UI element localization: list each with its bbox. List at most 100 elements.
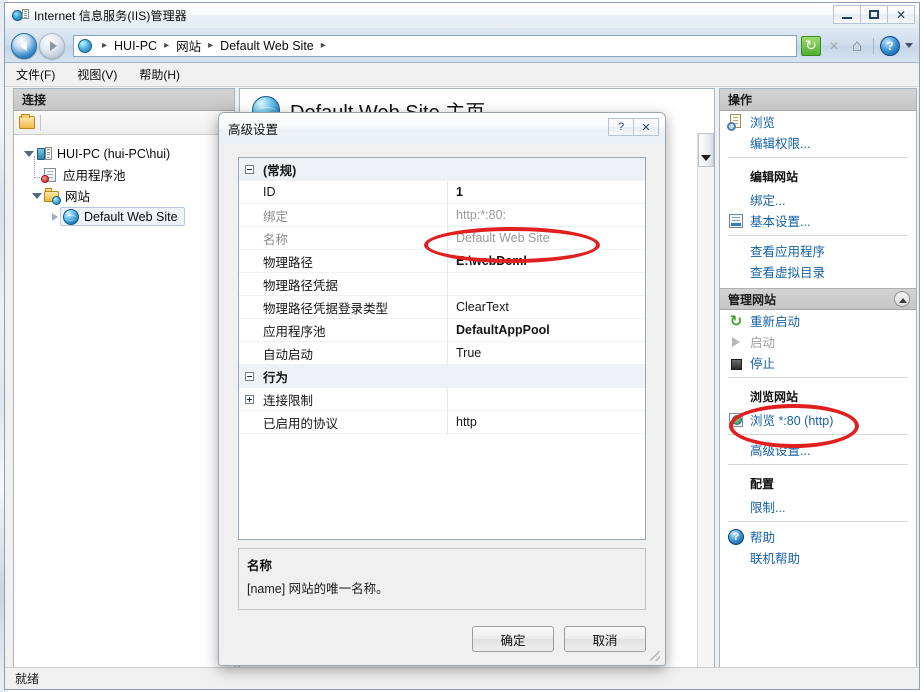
grid-row-physical-path-credentials[interactable]: 物理路径凭据 (239, 272, 645, 296)
menu-view[interactable]: 视图(V) (66, 63, 128, 86)
browse-site-icon (728, 412, 744, 428)
action-online-help[interactable]: 联机帮助 (720, 547, 916, 568)
close-button[interactable]: ✕ (887, 5, 915, 24)
grid-row-value[interactable]: DefaultAppPool (447, 318, 645, 342)
grid-row-bindings[interactable]: 绑定 http:*:80: (239, 203, 645, 227)
grid-row-application-pool[interactable]: 应用程序池 DefaultAppPool (239, 318, 645, 342)
action-advanced-settings[interactable]: 高级设置... (720, 439, 916, 460)
menu-file[interactable]: 文件(F) (5, 63, 66, 86)
breadcrumb-separator: ▸ (320, 40, 326, 51)
action-label: 限制... (750, 501, 786, 515)
grid-row-value (447, 365, 645, 388)
menu-help[interactable]: 帮助(H) (128, 63, 191, 86)
breadcrumb-item-sites[interactable]: 网站 (176, 36, 201, 55)
stop-icon (824, 36, 844, 56)
action-label: 绑定... (750, 194, 786, 208)
action-stop[interactable]: 停止 (720, 352, 916, 373)
breadcrumb-item-site[interactable]: Default Web Site (220, 39, 314, 53)
chevron-down-icon[interactable] (701, 155, 711, 161)
forward-arrow-icon[interactable] (39, 32, 65, 59)
grid-row-value[interactable]: ClearText (447, 295, 645, 319)
grid-row-auto-start[interactable]: 自动启动 True (239, 341, 645, 365)
action-browse-site-80[interactable]: 浏览 *:80 (http) (720, 409, 916, 430)
collapse-minus-icon[interactable] (239, 164, 259, 174)
content-scrollbar[interactable] (697, 133, 714, 667)
tree-selection-box[interactable]: Default Web Site (60, 207, 185, 226)
maximize-button[interactable] (860, 5, 888, 24)
action-limits[interactable]: 限制... (720, 496, 916, 517)
window-controls: ✕ (833, 5, 915, 24)
help-icon[interactable] (880, 35, 900, 56)
action-label: 高级设置... (750, 444, 811, 458)
action-restart[interactable]: 重新启动 (720, 310, 916, 331)
grid-category-row-behavior[interactable]: 行为 (239, 365, 645, 388)
dialog-help-button[interactable]: ? (608, 118, 634, 136)
grid-row-name: 连接限制 (263, 393, 314, 408)
actions-pane: 操作 浏览 编辑权限... 编辑网站 绑定... 基本设置... 查看应用程序 … (719, 88, 917, 668)
dialog-action-buttons: 确定 取消 (472, 626, 646, 652)
action-view-applications[interactable]: 查看应用程序 (720, 240, 916, 261)
action-bindings[interactable]: 绑定... (720, 189, 916, 210)
action-browse[interactable]: 浏览 (720, 111, 916, 132)
collapse-minus-icon[interactable] (239, 371, 259, 381)
grid-row-value[interactable]: E:\webDeml (447, 249, 645, 273)
tree-node-sites[interactable]: 网站 (20, 185, 234, 206)
website-globe-icon (63, 208, 79, 225)
grid-row-name: 物理路径凭据登录类型 (263, 301, 389, 316)
grid-row-name: 应用程序池 (263, 324, 326, 339)
grid-row-id[interactable]: ID 1 (239, 180, 645, 204)
refresh-icon[interactable] (801, 35, 821, 56)
action-view-virtual-directories[interactable]: 查看虚拟目录 (720, 261, 916, 282)
grid-row-value[interactable] (447, 387, 645, 411)
action-help[interactable]: 帮助 (720, 526, 916, 547)
dialog-resize-grip[interactable] (650, 651, 660, 661)
dialog-body: (常规) ID 1 绑定 http:*:80: 名称 Default Web S… (219, 143, 665, 665)
tree-node-server[interactable]: HUI-PC (hui-PC\hui) (20, 143, 234, 164)
grid-row-value[interactable]: True (447, 341, 645, 365)
tree-node-app-pools[interactable]: 应用程序池 (20, 155, 234, 185)
grid-row-name: ID (263, 185, 276, 199)
menu-bar: 文件(F) 视图(V) 帮助(H) (5, 63, 919, 87)
iis-manager-window: Internet 信息服务(IIS)管理器 ✕ ▸ HUI-PC ▸ 网站 ▸ … (0, 0, 924, 692)
expander-open-icon[interactable] (30, 192, 44, 199)
grid-row-connection-limits[interactable]: 连接限制 (239, 387, 645, 411)
chevron-up-icon[interactable] (894, 291, 910, 307)
action-label: 重新启动 (750, 315, 801, 329)
actions-header: 操作 (720, 89, 916, 111)
basic-settings-icon (728, 213, 744, 229)
browse-icon (727, 113, 744, 131)
help-circle-icon (728, 528, 744, 545)
action-label: 基本设置... (750, 215, 811, 229)
home-icon[interactable] (847, 36, 867, 56)
minimize-button[interactable] (833, 5, 861, 24)
back-arrow-icon[interactable] (11, 32, 37, 59)
grid-row-value[interactable] (447, 272, 645, 296)
cancel-button[interactable]: 取消 (564, 626, 646, 652)
action-label: 启动 (750, 336, 776, 350)
grid-row-name: 物理路径 (263, 255, 314, 270)
restart-icon (728, 313, 744, 329)
breadcrumb[interactable]: ▸ HUI-PC ▸ 网站 ▸ Default Web Site ▸ (73, 34, 797, 57)
grid-row-enabled-protocols[interactable]: 已启用的协议 http (239, 410, 645, 434)
settings-property-grid[interactable]: (常规) ID 1 绑定 http:*:80: 名称 Default Web S… (238, 157, 646, 540)
action-edit-permissions[interactable]: 编辑权限... (720, 132, 916, 153)
tree-node-default-web-site[interactable]: Default Web Site (20, 206, 234, 227)
grid-row-physical-path[interactable]: 物理路径 E:\webDeml (239, 249, 645, 273)
grid-row-value[interactable]: 1 (447, 180, 645, 204)
dialog-close-button[interactable]: ✕ (633, 118, 659, 136)
action-label: 帮助 (750, 531, 776, 545)
chevron-down-icon[interactable] (905, 43, 913, 48)
breadcrumb-item-server[interactable]: HUI-PC (114, 39, 157, 53)
grid-row-credentials-logon-type[interactable]: 物理路径凭据登录类型 ClearText (239, 295, 645, 319)
grid-category-row[interactable]: (常规) (239, 158, 645, 181)
actions-group-title-edit-site: 编辑网站 (750, 170, 799, 184)
ok-button[interactable]: 确定 (472, 626, 554, 652)
action-basic-settings[interactable]: 基本设置... (720, 210, 916, 231)
property-description-panel: 名称 [name] 网站的唯一名称。 (238, 548, 646, 610)
expand-plus-icon[interactable] (239, 394, 259, 404)
grid-row-value[interactable]: http (447, 410, 645, 434)
scrollbar-thumb[interactable] (698, 133, 714, 167)
connect-folder-icon[interactable] (19, 114, 35, 129)
globe-icon (78, 38, 92, 53)
grid-row-name[interactable]: 名称 Default Web Site (239, 226, 645, 250)
